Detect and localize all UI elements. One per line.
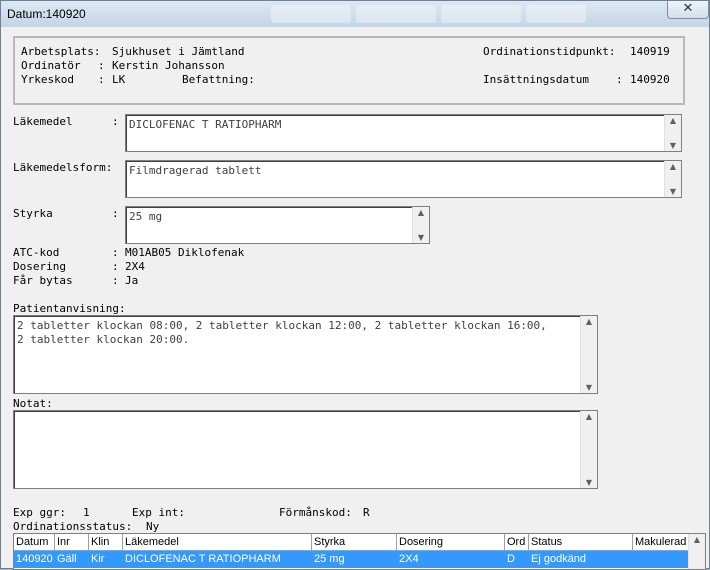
patientanvisning-scrollbar[interactable]: ▲ ▼ <box>580 316 597 393</box>
styrka-label: Styrka <box>13 207 53 220</box>
lakemedelsform-scrollbar[interactable]: ▲ ▼ <box>664 161 681 197</box>
scroll-up-icon[interactable]: ▲ <box>689 535 705 544</box>
scroll-up-icon[interactable]: ▲ <box>581 412 597 421</box>
cell-klin: Kir <box>91 553 105 565</box>
far-bytas-colon: : <box>112 274 119 287</box>
atc-label: ATC-kod <box>13 246 60 259</box>
ordinationsstatus-value: Ny <box>146 520 160 533</box>
column-header-inr[interactable]: Inr <box>55 534 89 551</box>
insattningsdatum-colon: : <box>616 73 623 86</box>
styrka-value: 25 mg <box>129 210 163 223</box>
yrkeskod-value: LK <box>112 73 126 86</box>
styrka-colon: : <box>112 207 119 220</box>
cell-styrka: 25 mg <box>314 553 345 565</box>
notat-field[interactable]: ▲ ▼ <box>13 410 598 489</box>
lakemedel-value: DICLOFENAC T RATIOPHARM <box>129 118 282 131</box>
ordinationstidpunkt-value: 140919 <box>630 45 670 58</box>
column-header-ord[interactable]: Ord <box>505 534 529 551</box>
scroll-down-icon[interactable]: ▼ <box>581 383 597 392</box>
insattningsdatum-label: Insättningsdatum <box>483 73 589 86</box>
dosering-label: Dosering <box>13 260 66 273</box>
ordinationsstatus-label: Ordinationsstatus: <box>13 520 133 533</box>
scroll-up-icon[interactable]: ▲ <box>413 208 429 217</box>
column-header-styrka[interactable]: Styrka <box>312 534 397 551</box>
ordinator-colon: : <box>98 59 105 72</box>
befattning-label: Befattning: <box>182 73 255 86</box>
atc-colon: : <box>112 246 119 259</box>
lakemedelsform-label: Läkemedelsform: <box>13 161 113 174</box>
title-glass-blur <box>356 5 436 23</box>
notat-label: Notat: <box>13 397 53 410</box>
lakemedel-colon: : <box>112 115 119 128</box>
dosering-colon: : <box>112 260 119 273</box>
cell-datum: 140920 <box>16 553 53 565</box>
column-header-lakemedel[interactable]: Läkemedel <box>123 534 312 551</box>
styrka-field[interactable]: 25 mg ▲ ▼ <box>125 206 430 244</box>
column-header-status[interactable]: Status <box>529 534 633 551</box>
dosering-value: 2X4 <box>125 260 145 273</box>
formanskod-value: R <box>363 506 370 519</box>
notat-scrollbar[interactable]: ▲ ▼ <box>580 411 597 488</box>
insattningsdatum-value: 140920 <box>630 73 670 86</box>
patientanvisning-value: 2 tabletter klockan 08:00, 2 tabletter k… <box>17 319 547 346</box>
column-header-datum[interactable]: Datum <box>14 534 55 551</box>
patientanvisning-label: Patientanvisning: <box>13 302 126 315</box>
lakemedelsform-field[interactable]: Filmdragerad tablett ▲ ▼ <box>125 160 682 198</box>
cell-inr: Gäll <box>57 553 77 565</box>
arbetsplats-label: Arbetsplats: <box>21 45 101 58</box>
ordinator-label: Ordinatör <box>21 59 81 72</box>
far-bytas-value: Ja <box>125 274 139 287</box>
grid-scrollbar[interactable]: ▲ <box>688 534 705 569</box>
yrkeskod-label: Yrkeskod <box>21 73 74 86</box>
prescription-window: Datum:140920 ✕ Arbetsplats: Sjukhuset i … <box>0 0 710 570</box>
ordinator-value: Kerstin Johansson <box>112 59 225 72</box>
lakemedel-field[interactable]: DICLOFENAC T RATIOPHARM ▲ ▼ <box>125 114 682 152</box>
cell-makulerad <box>633 551 690 568</box>
window-title: Datum:140920 <box>7 7 86 21</box>
cell-lakemedel: DICLOFENAC T RATIOPHARM <box>125 553 281 565</box>
ordinationstidpunkt-label: Ordinationstidpunkt: <box>483 45 616 58</box>
atc-value: M01AB05 Diklofenak <box>125 246 245 259</box>
lakemedel-label: Läkemedel <box>13 115 73 128</box>
exp-ggr-value: 1 <box>83 506 90 519</box>
column-header-makulerad[interactable]: Makulerad <box>633 534 690 551</box>
prescription-grid[interactable]: Datum Inr Klin Läkemedel Styrka Dosering… <box>13 533 706 570</box>
title-bar: Datum:140920 ✕ <box>1 1 709 27</box>
far-bytas-label: Får bytas <box>13 274 73 287</box>
lakemedelsform-value: Filmdragerad tablett <box>129 164 262 177</box>
title-glass-blur <box>271 5 351 23</box>
scroll-down-icon[interactable]: ▼ <box>665 141 681 150</box>
lakemedel-scrollbar[interactable]: ▲ ▼ <box>664 115 681 151</box>
styrka-scrollbar[interactable]: ▲ ▼ <box>412 207 429 243</box>
header-info-box: Arbetsplats: Sjukhuset i Jämtland Ordina… <box>13 36 685 105</box>
patientanvisning-field[interactable]: 2 tabletter klockan 08:00, 2 tabletter k… <box>13 315 598 394</box>
scroll-down-icon[interactable]: ▼ <box>581 478 597 487</box>
cell-ord: D <box>507 553 515 565</box>
table-row[interactable]: 140920 Gäll Kir DICLOFENAC T RATIOPHARM … <box>14 551 690 568</box>
scroll-up-icon[interactable]: ▲ <box>581 317 597 326</box>
column-header-dosering[interactable]: Dosering <box>397 534 505 551</box>
cell-dosering: 2X4 <box>399 553 419 565</box>
scroll-up-icon[interactable]: ▲ <box>665 116 681 125</box>
title-glass-blur <box>526 5 586 23</box>
exp-ggr-label: Exp ggr: <box>13 506 66 519</box>
scroll-up-icon[interactable]: ▲ <box>665 162 681 171</box>
grid-header: Datum Inr Klin Läkemedel Styrka Dosering… <box>14 534 690 551</box>
close-button[interactable]: ✕ <box>667 1 709 19</box>
formanskod-label: Förmånskod: <box>279 506 352 519</box>
scroll-down-icon[interactable]: ▼ <box>413 233 429 242</box>
close-icon: ✕ <box>682 1 694 16</box>
arbetsplats-value: Sjukhuset i Jämtland <box>112 45 245 58</box>
cell-status: Ej godkänd <box>531 553 587 565</box>
title-glass-blur <box>441 5 521 23</box>
column-header-klin[interactable]: Klin <box>89 534 123 551</box>
exp-int-label: Exp int: <box>132 506 185 519</box>
scroll-down-icon[interactable]: ▼ <box>665 187 681 196</box>
yrkeskod-colon: : <box>98 73 105 86</box>
